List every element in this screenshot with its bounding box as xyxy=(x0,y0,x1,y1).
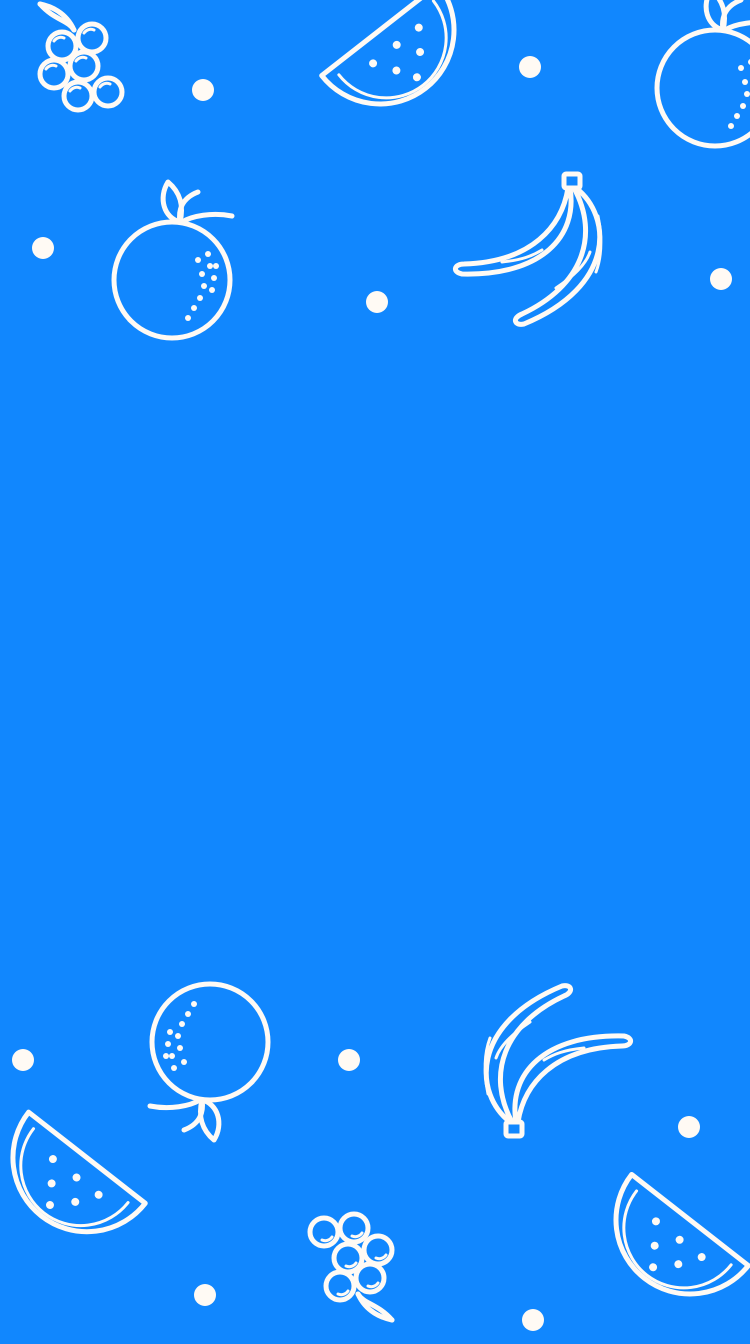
dot xyxy=(366,291,388,313)
dot xyxy=(338,1049,360,1071)
background-screen xyxy=(0,0,750,1344)
dot xyxy=(678,1116,700,1138)
dot xyxy=(194,1284,216,1306)
dot xyxy=(32,237,54,259)
dot xyxy=(192,79,214,101)
dot xyxy=(710,268,732,290)
dot xyxy=(522,1309,544,1331)
dot xyxy=(12,1049,34,1071)
background-fill xyxy=(0,0,750,1344)
fruit-pattern xyxy=(0,0,750,1344)
dot xyxy=(519,56,541,78)
